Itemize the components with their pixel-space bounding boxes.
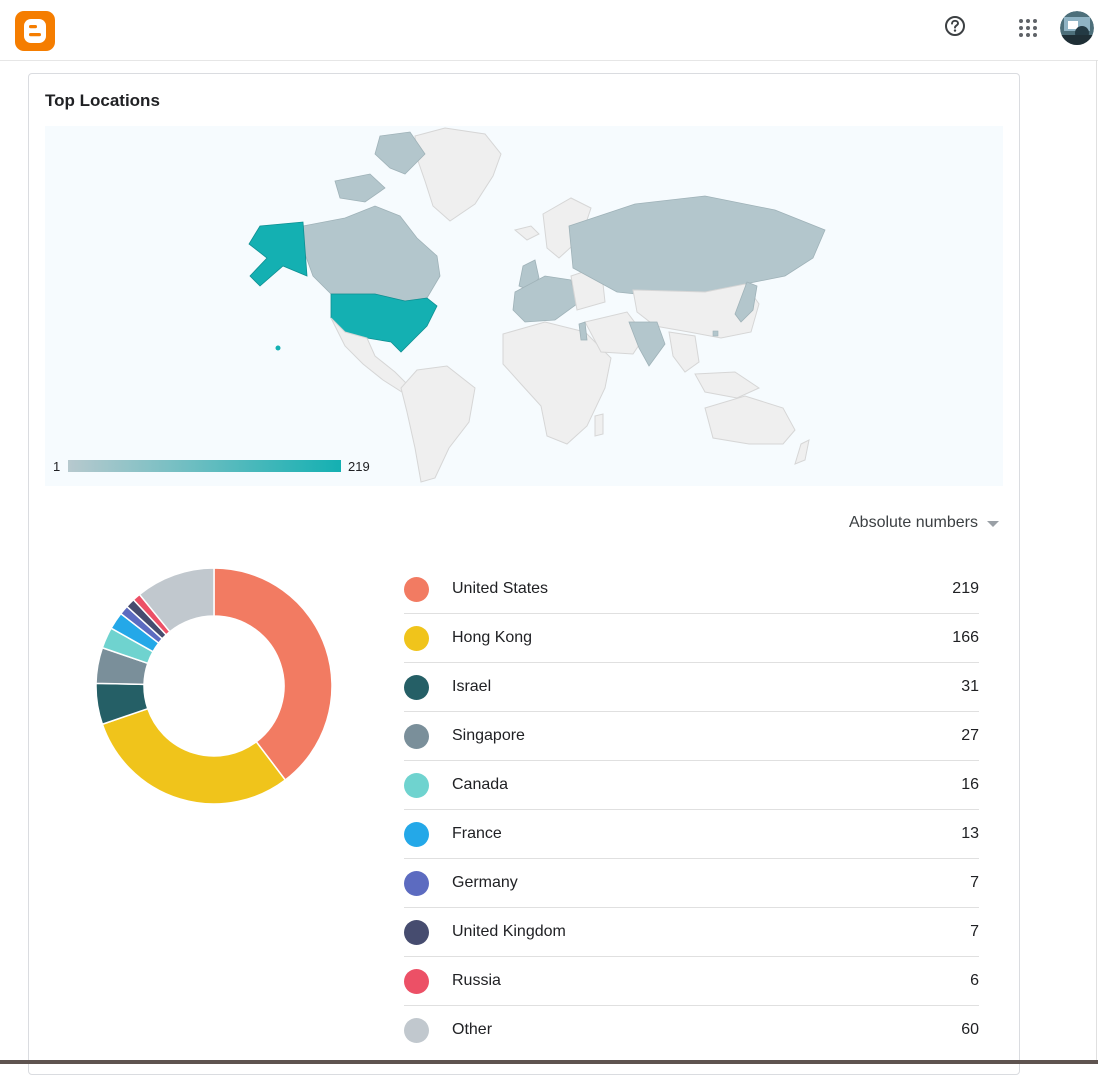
legend-value: 219 bbox=[952, 580, 979, 597]
legend-value: 13 bbox=[961, 825, 979, 842]
legend-swatch bbox=[404, 773, 429, 798]
legend-row-russia[interactable]: Russia 6 bbox=[404, 957, 979, 1006]
legend-label: Singapore bbox=[452, 727, 525, 744]
legend-label: United States bbox=[452, 580, 549, 597]
legend-value: 16 bbox=[961, 776, 979, 793]
legend-row-other[interactable]: Other 60 bbox=[404, 1006, 979, 1054]
legend-label: Russia bbox=[452, 972, 501, 989]
legend-value: 7 bbox=[970, 923, 979, 940]
legend-value: 6 bbox=[970, 972, 979, 989]
legend-label: Germany bbox=[452, 874, 518, 891]
legend-label: Israel bbox=[452, 678, 492, 695]
legend-row-singapore[interactable]: Singapore 27 bbox=[404, 712, 979, 761]
page-scroll-edge bbox=[1096, 60, 1097, 1064]
locations-legend: United States 219 Hong Kong 166 Israel 31 Sing… bbox=[404, 565, 979, 1054]
legend-row-united-kingdom[interactable]: United Kingdom 7 bbox=[404, 908, 979, 957]
legend-row-canada[interactable]: Canada 16 bbox=[404, 761, 979, 810]
legend-swatch bbox=[404, 724, 429, 749]
legend-label: Canada bbox=[452, 776, 509, 793]
legend-value: 60 bbox=[961, 1021, 979, 1038]
legend-swatch bbox=[404, 675, 429, 700]
legend-row-united-states[interactable]: United States 219 bbox=[404, 565, 979, 614]
legend-swatch bbox=[404, 1018, 429, 1043]
apps-grid-icon[interactable] bbox=[1017, 17, 1039, 39]
legend-swatch bbox=[404, 871, 429, 896]
legend-swatch bbox=[404, 577, 429, 602]
map-scale-max-label: 219 bbox=[348, 459, 370, 474]
legend-swatch bbox=[404, 969, 429, 994]
locations-donut-chart bbox=[95, 567, 333, 805]
legend-row-hong-kong[interactable]: Hong Kong 166 bbox=[404, 614, 979, 663]
legend-label: United Kingdom bbox=[452, 923, 566, 940]
blogger-logo-icon[interactable] bbox=[15, 11, 55, 51]
map-scale-min-label: 1 bbox=[53, 459, 61, 474]
legend-row-israel[interactable]: Israel 31 bbox=[404, 663, 979, 712]
chevron-down-icon bbox=[986, 521, 999, 527]
legend-label: Other bbox=[452, 1021, 493, 1038]
donut-slice-hong-kong[interactable] bbox=[101, 707, 287, 805]
legend-swatch bbox=[404, 626, 429, 651]
top-locations-card: Top Locations 1 219 Absolute numbers Uni… bbox=[28, 73, 1020, 1075]
legend-value: 166 bbox=[952, 629, 979, 646]
top-app-bar bbox=[0, 0, 1098, 61]
bottom-edge bbox=[0, 1060, 1098, 1064]
legend-label: France bbox=[452, 825, 502, 842]
map-color-scale bbox=[68, 460, 341, 472]
world-map[interactable]: 1 219 bbox=[45, 126, 1003, 486]
world-map-graphic bbox=[248, 127, 826, 483]
card-title: Top Locations bbox=[45, 91, 160, 110]
legend-row-france[interactable]: France 13 bbox=[404, 810, 979, 859]
legend-value: 31 bbox=[961, 678, 979, 695]
help-circle-icon[interactable] bbox=[944, 15, 966, 37]
legend-swatch bbox=[404, 920, 429, 945]
legend-label: Hong Kong bbox=[452, 629, 533, 646]
legend-value: 27 bbox=[961, 727, 979, 744]
user-avatar[interactable] bbox=[1060, 11, 1094, 45]
legend-value: 7 bbox=[970, 874, 979, 891]
legend-swatch bbox=[404, 822, 429, 847]
legend-row-germany[interactable]: Germany 7 bbox=[404, 859, 979, 908]
metric-dropdown[interactable]: Absolute numbers bbox=[849, 512, 999, 534]
donut-slice-united-states[interactable] bbox=[213, 567, 333, 782]
metric-dropdown-label: Absolute numbers bbox=[849, 514, 978, 531]
